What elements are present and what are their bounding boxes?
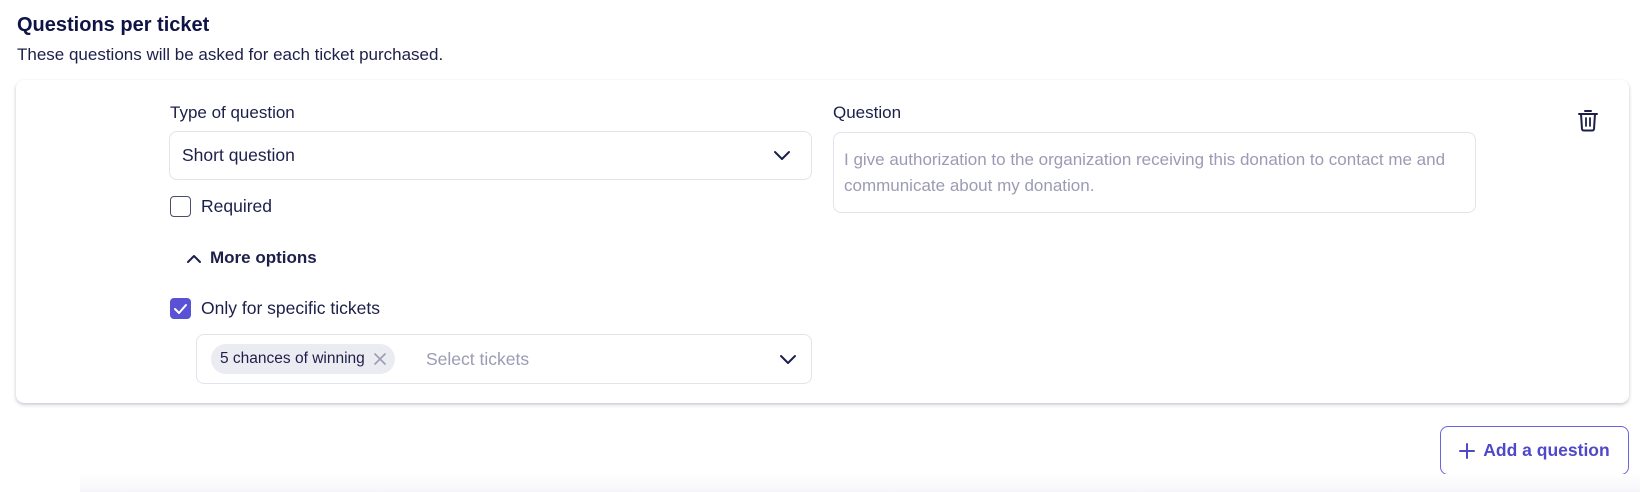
question-type-value: Short question (182, 145, 295, 165)
add-question-button[interactable]: Add a question (1440, 426, 1629, 475)
plus-icon (1459, 442, 1476, 459)
section-subtitle: These questions will be asked for each t… (17, 45, 444, 64)
close-icon[interactable] (373, 352, 387, 366)
required-label: Required (201, 196, 273, 216)
chevron-down-icon (780, 355, 796, 364)
ticket-chip-label: 5 chances of winning (220, 350, 365, 367)
chevron-down-icon (774, 151, 790, 160)
checkmark-icon (174, 303, 187, 314)
specific-tickets-label: Only for specific tickets (201, 298, 380, 318)
question-textarea[interactable]: I give authorization to the organization… (833, 132, 1476, 213)
question-label: Question (833, 103, 902, 122)
type-of-question-label: Type of question (170, 103, 295, 122)
more-options-label: More options (210, 248, 317, 267)
add-question-label: Add a question (1483, 440, 1610, 460)
specific-tickets-checkbox[interactable] (170, 298, 191, 319)
ticket-chip: 5 chances of winning (211, 344, 395, 374)
question-type-select[interactable]: Short question (169, 131, 812, 180)
tickets-select-placeholder: Select tickets (426, 349, 530, 369)
required-checkbox[interactable] (170, 196, 191, 217)
bottom-fade (80, 474, 1640, 492)
trash-icon[interactable] (1577, 108, 1599, 132)
more-options-toggle[interactable]: More options (186, 248, 317, 268)
section-title: Questions per ticket (17, 14, 210, 36)
chevron-up-icon (187, 254, 201, 263)
